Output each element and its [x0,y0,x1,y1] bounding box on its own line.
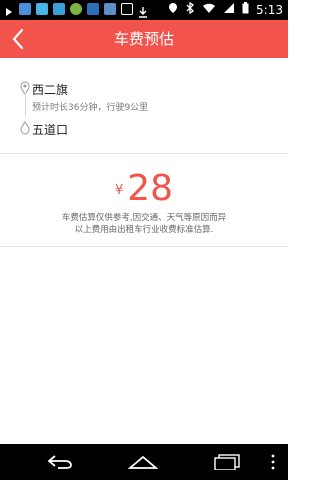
app-icon [19,3,31,15]
wifi-icon [202,2,216,17]
page-title: 车费预估 [113,30,174,48]
app-icon [36,3,48,15]
recent-apps-icon[interactable] [214,454,242,474]
destination-pin-icon [20,120,30,135]
origin-label: 西二旗 [32,83,69,97]
download-icon [138,3,148,18]
app-icon [70,3,82,15]
fare-note-line-1: 车费估算仅供参考,因交通、天气等原因而异 [61,213,227,223]
bluetooth-icon [185,1,195,17]
signal-icon [223,2,235,17]
image-icon [121,3,133,15]
clock: 5:13 [256,2,283,17]
location-icon [168,2,178,17]
fare-amount: ¥28 [0,168,288,209]
estimate-info: 预计时长36分钟，行驶9公里 [32,103,149,113]
home-icon[interactable] [127,454,159,474]
fare-note: 车费估算仅供参考,因交通、天气等原因而异 以上费用由出租车行业收费标准估算. [0,212,288,236]
destination-label: 五道口 [32,123,69,137]
status-bar: 5:13 [0,0,288,20]
fare-note-line-2: 以上费用由出租车行业收费标准估算. [74,225,214,235]
route-connector-line [25,92,26,116]
divider [0,246,288,247]
arrow-icon [4,3,14,16]
currency-symbol: ¥ [114,183,124,198]
fare-value: 28 [127,168,174,209]
menu-icon[interactable] [270,454,276,474]
back-chevron-icon[interactable] [8,26,30,52]
system-nav-bar [0,444,288,480]
app-icon [104,3,116,15]
app-icon [53,3,65,15]
app-icon [87,3,99,15]
app-header: 车费预估 [0,20,288,58]
back-icon[interactable] [46,453,74,475]
battery-icon [242,2,249,17]
